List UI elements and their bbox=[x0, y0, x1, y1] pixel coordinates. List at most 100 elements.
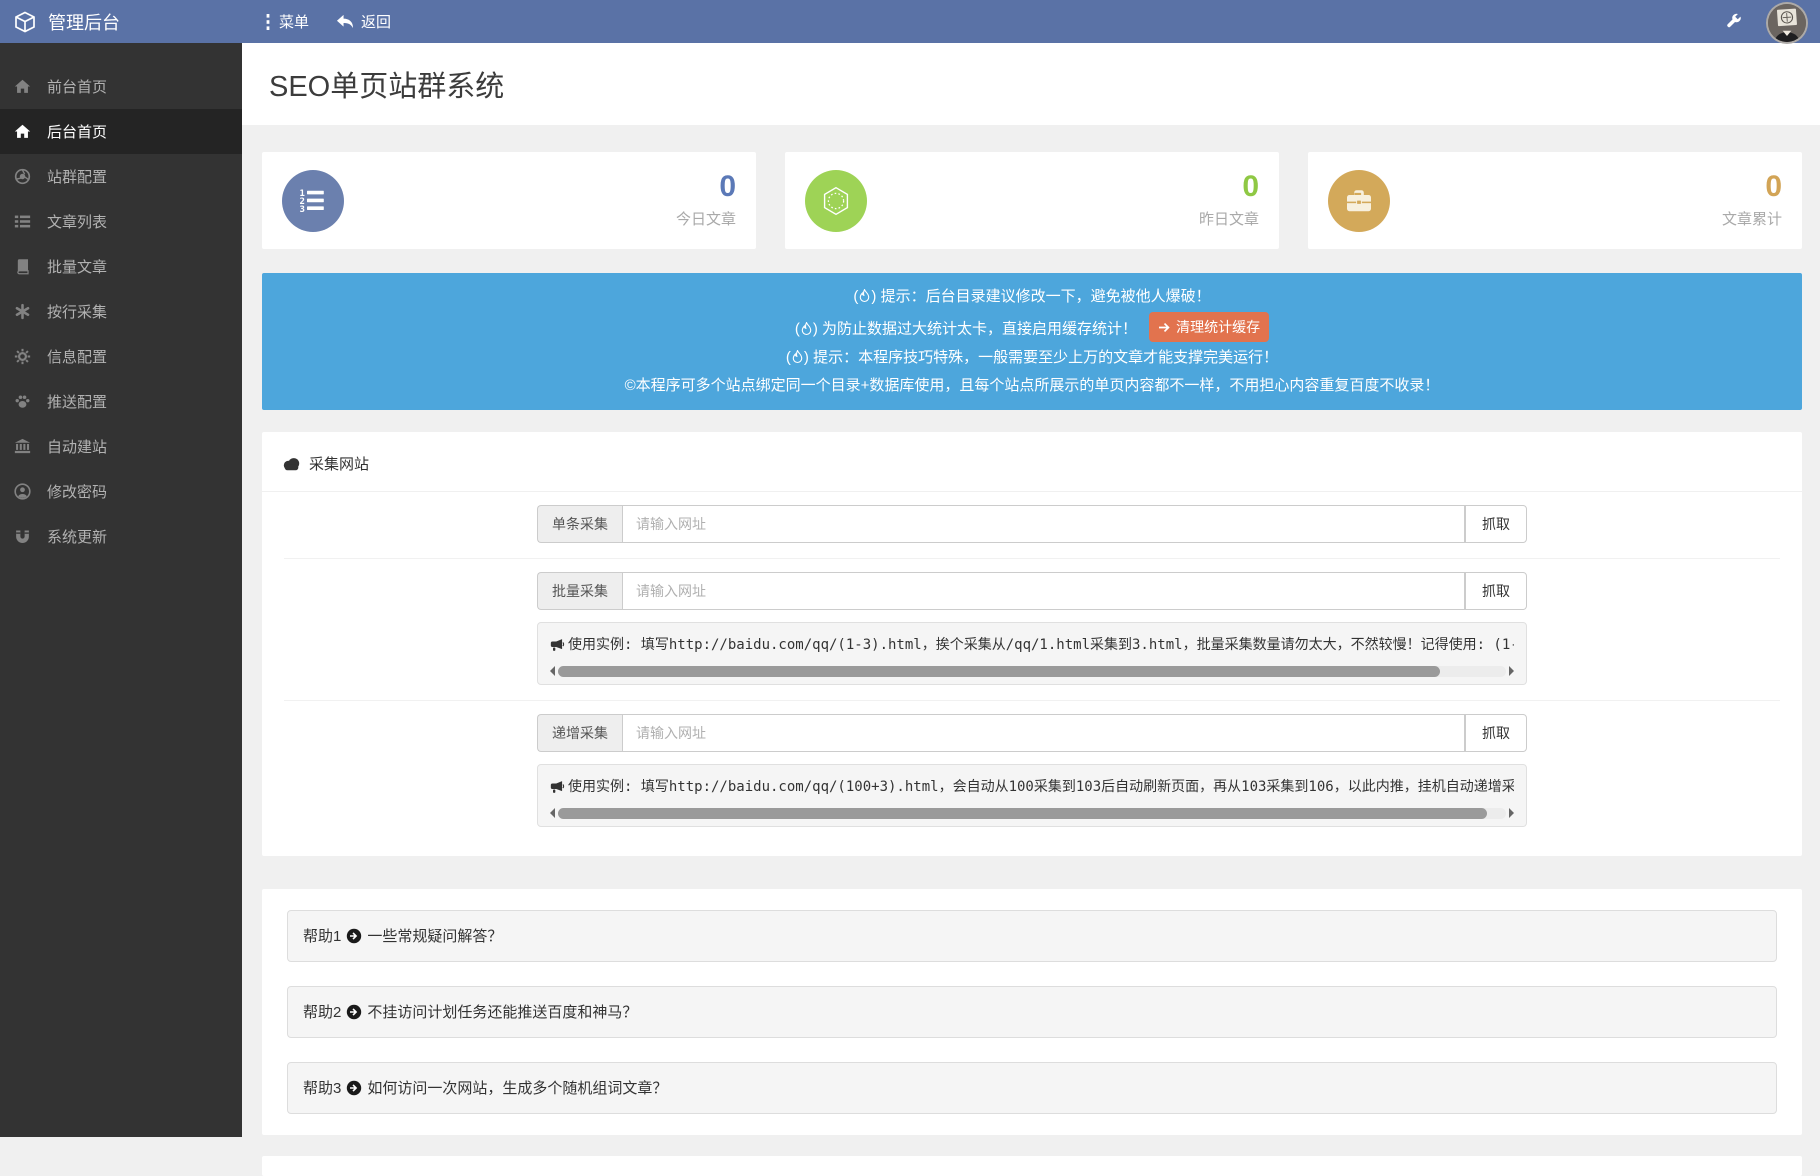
single-collect-fetch-button[interactable]: 抓取 bbox=[1465, 505, 1527, 543]
sidebar-item-admin-home[interactable]: 后台首页 bbox=[0, 109, 242, 154]
user-circle-icon bbox=[12, 483, 32, 500]
stat-cards: 123 0 今日文章 0 bbox=[262, 152, 1802, 249]
content-area: SEO单页站群系统 123 0 今日文章 bbox=[242, 43, 1820, 1137]
briefcase-icon bbox=[1328, 170, 1390, 232]
scroll-right-arrow[interactable] bbox=[1509, 666, 1514, 676]
sidebar-item-push-config[interactable]: 推送配置 bbox=[0, 379, 242, 424]
scrollbar-thumb[interactable] bbox=[558, 666, 1440, 677]
brand: 管理后台 bbox=[0, 9, 242, 35]
sidebar-item-front-home[interactable]: 前台首页 bbox=[0, 64, 242, 109]
stat-label: 昨日文章 bbox=[1199, 208, 1259, 229]
sidebar-item-batch-articles[interactable]: 批量文章 bbox=[0, 244, 242, 289]
sidebar-item-article-list[interactable]: 文章列表 bbox=[0, 199, 242, 244]
main: 123 0 今日文章 0 bbox=[242, 152, 1820, 1176]
chrome-icon bbox=[12, 168, 32, 185]
page-title-bar: SEO单页站群系统 bbox=[242, 43, 1820, 125]
collect-panel: 采集网站 单条采集 抓取 批量采集 抓取 bbox=[262, 432, 1802, 856]
cube-icon bbox=[14, 11, 36, 33]
asterisk-icon bbox=[12, 303, 32, 320]
alert-line-4: ©本程序可多个站点绑定同一个目录+数据库使用，且每个站点所展示的单页内容都不一样… bbox=[272, 373, 1792, 399]
sidebar-item-label: 修改密码 bbox=[47, 481, 107, 502]
tips-alert: () 提示：后台目录建议修改一下，避免被他人爆破！ () 为防止数据过大统计太卡… bbox=[262, 273, 1802, 410]
single-collect-label: 单条采集 bbox=[537, 505, 622, 543]
sidebar-item-label: 按行采集 bbox=[47, 301, 107, 322]
sidebar-item-label: 推送配置 bbox=[47, 391, 107, 412]
fire-icon bbox=[859, 286, 870, 312]
scrollbar-track[interactable] bbox=[558, 808, 1506, 819]
stat-label: 文章累计 bbox=[1722, 208, 1782, 229]
sidebar-item-change-password[interactable]: 修改密码 bbox=[0, 469, 242, 514]
bank-icon bbox=[12, 438, 32, 455]
home-icon bbox=[12, 78, 32, 95]
help-item-2[interactable]: 帮助2 不挂访问计划任务还能推送百度和神马？ bbox=[287, 986, 1777, 1038]
help-item-1[interactable]: 帮助1 一些常规疑问解答？ bbox=[287, 910, 1777, 962]
book-icon bbox=[12, 258, 32, 275]
sidebar-item-label: 批量文章 bbox=[47, 256, 107, 277]
alert-line-2: () 为防止数据过大统计太卡，直接启用缓存统计！ 清理统计缓存 bbox=[272, 312, 1792, 345]
gear-icon bbox=[12, 348, 32, 365]
single-collect-input[interactable] bbox=[622, 505, 1465, 543]
bullhorn-icon bbox=[550, 780, 565, 794]
increment-collect-input[interactable] bbox=[622, 714, 1465, 752]
sidebar-item-auto-build[interactable]: 自动建站 bbox=[0, 424, 242, 469]
sidebar: 前台首页 后台首页 站群配置 文章列表 bbox=[0, 43, 242, 1137]
sidebar-item-label: 信息配置 bbox=[47, 346, 107, 367]
help-item-3[interactable]: 帮助3 如何访问一次网站，生成多个随机组词文章？ bbox=[287, 1062, 1777, 1114]
sidebar-item-label: 系统更新 bbox=[47, 526, 107, 547]
batch-collect-fetch-button[interactable]: 抓取 bbox=[1465, 572, 1527, 610]
stat-card-today: 123 0 今日文章 bbox=[262, 152, 756, 249]
scroll-left-arrow[interactable] bbox=[550, 808, 555, 818]
sidebar-item-line-collect[interactable]: 按行采集 bbox=[0, 289, 242, 334]
top-navbar: 管理后台 菜单 返回 bbox=[0, 0, 1820, 43]
scroll-right-arrow[interactable] bbox=[1509, 808, 1514, 818]
magnet-icon bbox=[12, 528, 32, 545]
sidebar-item-info-config[interactable]: 信息配置 bbox=[0, 334, 242, 379]
stat-value: 0 bbox=[1722, 172, 1782, 202]
sidebar-item-label: 后台首页 bbox=[47, 121, 107, 142]
fire-icon bbox=[792, 347, 803, 373]
arrow-circle-right-icon bbox=[346, 1004, 362, 1020]
hexagon-icon bbox=[805, 170, 867, 232]
back-button[interactable]: 返回 bbox=[335, 11, 391, 32]
single-collect-row: 单条采集 抓取 bbox=[262, 492, 1802, 558]
stat-value: 0 bbox=[676, 172, 736, 202]
scrollbar-track[interactable] bbox=[558, 666, 1506, 677]
stat-card-total: 0 文章累计 bbox=[1308, 152, 1802, 249]
svg-text:3: 3 bbox=[299, 204, 304, 214]
batch-collect-input[interactable] bbox=[622, 572, 1465, 610]
alert-line-3: () 提示：本程序技巧特殊，一般需要至少上万的文章才能支撑完美运行！ bbox=[272, 345, 1792, 373]
page-title: SEO单页站群系统 bbox=[269, 63, 504, 105]
paw-icon bbox=[12, 393, 32, 410]
clear-cache-button[interactable]: 清理统计缓存 bbox=[1149, 312, 1269, 342]
horizontal-scrollbar bbox=[550, 807, 1514, 820]
reply-arrow-icon bbox=[335, 13, 354, 30]
stat-label: 今日文章 bbox=[676, 208, 736, 229]
collect-panel-header: 采集网站 bbox=[262, 432, 1802, 492]
increment-collect-hint: 使用实例: 填写http://baidu.com/qq/(100+3).html… bbox=[537, 764, 1527, 827]
ordered-list-icon: 123 bbox=[282, 170, 344, 232]
scroll-left-arrow[interactable] bbox=[550, 666, 555, 676]
alert-line-1: () 提示：后台目录建议修改一下，避免被他人爆破！ bbox=[272, 284, 1792, 312]
wrench-icon[interactable] bbox=[1725, 13, 1742, 30]
sidebar-item-sitegroup-config[interactable]: 站群配置 bbox=[0, 154, 242, 199]
increment-collect-fetch-button[interactable]: 抓取 bbox=[1465, 714, 1527, 752]
stat-card-yesterday: 0 昨日文章 bbox=[785, 152, 1279, 249]
help-panel: 帮助1 一些常规疑问解答？ 帮助2 不挂访问计划任务还能推送百度和神马？ 帮助3… bbox=[262, 889, 1802, 1135]
home-icon bbox=[12, 123, 32, 140]
list-icon bbox=[12, 213, 32, 230]
sidebar-item-system-update[interactable]: 系统更新 bbox=[0, 514, 242, 559]
scrollbar-thumb[interactable] bbox=[558, 808, 1487, 819]
batch-collect-row: 批量采集 抓取 使用实例: 填写http://baidu.com/qq/(1-3… bbox=[262, 559, 1802, 700]
bullhorn-icon bbox=[550, 638, 565, 652]
batch-collect-label: 批量采集 bbox=[537, 572, 622, 610]
stat-value: 0 bbox=[1199, 172, 1259, 202]
increment-collect-label: 递增采集 bbox=[537, 714, 622, 752]
avatar[interactable] bbox=[1766, 2, 1808, 44]
next-panel-edge bbox=[262, 1156, 1802, 1176]
fire-icon bbox=[801, 319, 812, 345]
nav-links: 菜单 返回 bbox=[242, 11, 391, 32]
sidebar-item-label: 自动建站 bbox=[47, 436, 107, 457]
menu-button[interactable]: 菜单 bbox=[264, 11, 309, 32]
increment-collect-row: 递增采集 抓取 使用实例: 填写http://baidu.com/qq/(100… bbox=[262, 701, 1802, 842]
arrow-circle-right-icon bbox=[346, 928, 362, 944]
